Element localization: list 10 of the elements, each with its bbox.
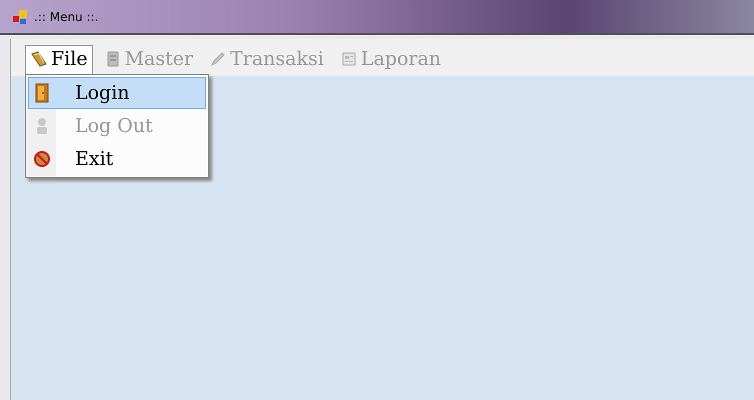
prohibited-icon — [33, 149, 51, 169]
menu-item[interactable]: Login — [28, 77, 206, 109]
document-icon — [340, 50, 358, 68]
app-icon — [12, 8, 28, 24]
menu-item[interactable]: File — [25, 45, 93, 76]
door-icon — [33, 83, 51, 103]
menu-item[interactable]: Exit — [28, 143, 206, 175]
window-title: .:: Menu ::. — [34, 10, 98, 24]
pencil-icon — [209, 50, 228, 68]
folder-icon — [30, 50, 48, 68]
